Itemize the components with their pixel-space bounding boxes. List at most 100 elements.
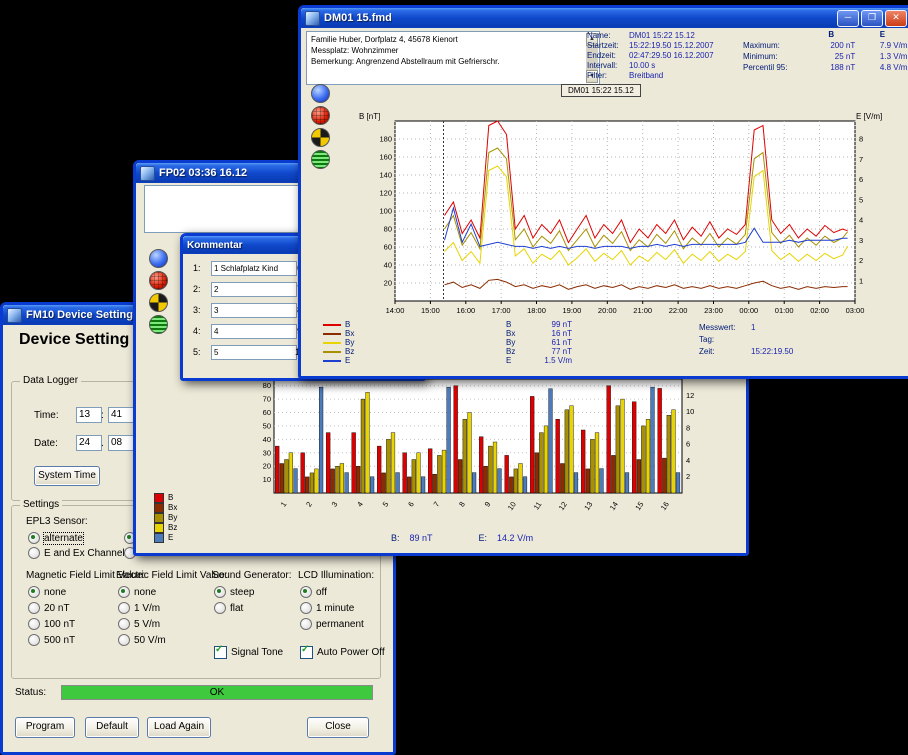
radio-icon: [300, 586, 312, 598]
settings-group-label: Settings: [20, 499, 62, 510]
kommentar-field-3[interactable]: 3: [211, 303, 297, 318]
signal-tone-checkbox[interactable]: ✓ Signal Tone: [214, 646, 283, 659]
time-hour-input[interactable]: 13: [76, 407, 102, 423]
quadrant-circle-icon[interactable]: [311, 128, 330, 147]
program-button[interactable]: Program: [15, 717, 75, 738]
close-button[interactable]: Close: [307, 717, 369, 738]
auto-power-off-checkbox[interactable]: ✓ Auto Power Off: [300, 646, 385, 659]
electric-option-1vm[interactable]: 1 V/m: [118, 602, 160, 614]
system-time-button[interactable]: System Time: [34, 466, 100, 486]
date-day-input[interactable]: 24: [76, 435, 102, 451]
svg-text:3: 3: [330, 500, 340, 509]
epl3-option-alternate[interactable]: alternate: [28, 532, 83, 544]
svg-text:2: 2: [686, 472, 690, 481]
load-again-button[interactable]: Load Again: [147, 717, 211, 738]
info-row: Intervall:10.00 s: [587, 61, 714, 71]
kommentar-field-2[interactable]: 2: [211, 282, 297, 297]
svg-text:16:00: 16:00: [456, 306, 475, 315]
svg-text:8: 8: [457, 500, 467, 509]
svg-text:02:00: 02:00: [810, 306, 829, 315]
kommentar-label-5: 5:: [193, 347, 201, 357]
kommentar-field-1[interactable]: 1 Schlafplatz Kind: [211, 261, 297, 276]
lcd-option-off[interactable]: off: [300, 586, 327, 598]
svg-text:70: 70: [263, 395, 271, 404]
striped-circle-icon[interactable]: [311, 150, 330, 169]
minimize-button[interactable]: ─: [837, 10, 859, 27]
magnetic-option-none[interactable]: none: [28, 586, 66, 598]
dm01-titlebar[interactable]: DM01 15.fmd ─ ❐ ✕: [301, 8, 908, 28]
grid-globe-icon[interactable]: [149, 271, 168, 290]
radio-icon: [300, 618, 312, 630]
svg-text:20:00: 20:00: [598, 306, 617, 315]
svg-text:9: 9: [483, 500, 493, 509]
lcd-option-1-minute[interactable]: 1 minute: [300, 602, 354, 614]
sphere-icon[interactable]: [149, 249, 168, 268]
radio-label: alternate: [44, 533, 83, 544]
svg-text:00:00: 00:00: [739, 306, 758, 315]
maximize-button[interactable]: ❐: [861, 10, 883, 27]
svg-text:180: 180: [379, 135, 392, 144]
measurement-header-textbox[interactable]: Familie Huber, Dorfplatz 4, 45678 Kienor…: [306, 31, 600, 85]
footer-b-label: B:: [391, 533, 400, 543]
sound-option-steep[interactable]: steep: [214, 586, 254, 598]
info-row: Endzeit:02:47:29.50 16.12.2007: [587, 51, 714, 61]
svg-text:30: 30: [263, 448, 271, 457]
grid-globe-icon[interactable]: [311, 106, 330, 125]
bar-chart[interactable]: 1020304050607080246810121234567891011121…: [234, 375, 726, 527]
chart-title-box: DM01 15:22 15.12: [561, 84, 641, 97]
quadrant-circle-icon[interactable]: [149, 293, 168, 312]
fp02-window-icon: [140, 166, 155, 181]
kommentar-title: Kommentar: [187, 240, 243, 251]
default-button[interactable]: Default: [85, 717, 139, 738]
magnetic-option-20nt[interactable]: 20 nT: [28, 602, 70, 614]
svg-text:03:00: 03:00: [846, 306, 865, 315]
electric-option-5vm[interactable]: 5 V/m: [118, 618, 160, 630]
kommentar-label-2: 2:: [193, 284, 201, 294]
epl3-option-e-and-ex[interactable]: E and Ex Channel: [28, 547, 125, 559]
sphere-icon[interactable]: [311, 84, 330, 103]
header-line-1: Familie Huber, Dorfplatz 4, 45678 Kienor…: [311, 34, 583, 45]
checkbox-label: Signal Tone: [231, 647, 283, 658]
legend-item: B: [154, 493, 177, 503]
sound-option-flat[interactable]: flat: [214, 602, 243, 614]
line-chart[interactable]: 204060801001201401601801234567814:0015:0…: [343, 106, 891, 328]
legend-item: Bx: [154, 503, 177, 513]
lcd-option-permanent[interactable]: permanent: [300, 618, 364, 630]
svg-text:60: 60: [384, 243, 392, 252]
radio-icon: [118, 618, 130, 630]
time-minute-input[interactable]: 41: [108, 407, 134, 423]
kommentar-field-4[interactable]: 4: [211, 324, 297, 339]
fp02-footer-readout: B: 89 nT E: 14.2 V/m: [391, 533, 533, 543]
kommentar-label-1: 1:: [193, 263, 201, 273]
svg-text:2: 2: [859, 256, 863, 265]
svg-text:2: 2: [304, 500, 314, 509]
striped-circle-icon[interactable]: [149, 315, 168, 334]
cursor-value-row: Bz77 nT: [506, 347, 572, 356]
svg-text:40: 40: [263, 435, 271, 444]
svg-text:23:00: 23:00: [704, 306, 723, 315]
electric-limit-label: Electric Field Limit Value:: [116, 570, 228, 581]
close-window-button[interactable]: ✕: [885, 10, 907, 27]
date-month-input[interactable]: 08: [108, 435, 134, 451]
electric-option-none[interactable]: none: [118, 586, 156, 598]
svg-text:16: 16: [659, 500, 671, 512]
kommentar-label-3: 3:: [193, 305, 201, 315]
electric-option-50vm[interactable]: 50 V/m: [118, 634, 166, 646]
svg-text:140: 140: [379, 171, 392, 180]
dm01-window-title: DM01 15.fmd: [324, 12, 392, 24]
svg-text:1: 1: [859, 276, 863, 285]
legend-item: B: [323, 320, 354, 329]
epl3-sensor-label: EPL3 Sensor:: [26, 516, 88, 527]
legend-swatch-e: [154, 533, 164, 543]
radio-label: steep: [230, 587, 254, 598]
stats-col-b: B: [807, 29, 855, 40]
magnetic-option-100nt[interactable]: 100 nT: [28, 618, 75, 630]
svg-text:12: 12: [557, 500, 569, 512]
svg-text:120: 120: [379, 189, 392, 198]
radio-icon: [28, 547, 40, 559]
radio-icon: [28, 532, 40, 544]
magnetic-option-500nt[interactable]: 500 nT: [28, 634, 75, 646]
legend-item: By: [323, 338, 354, 347]
footer-e-label: E:: [479, 533, 488, 543]
kommentar-field-5[interactable]: 5: [211, 345, 297, 360]
